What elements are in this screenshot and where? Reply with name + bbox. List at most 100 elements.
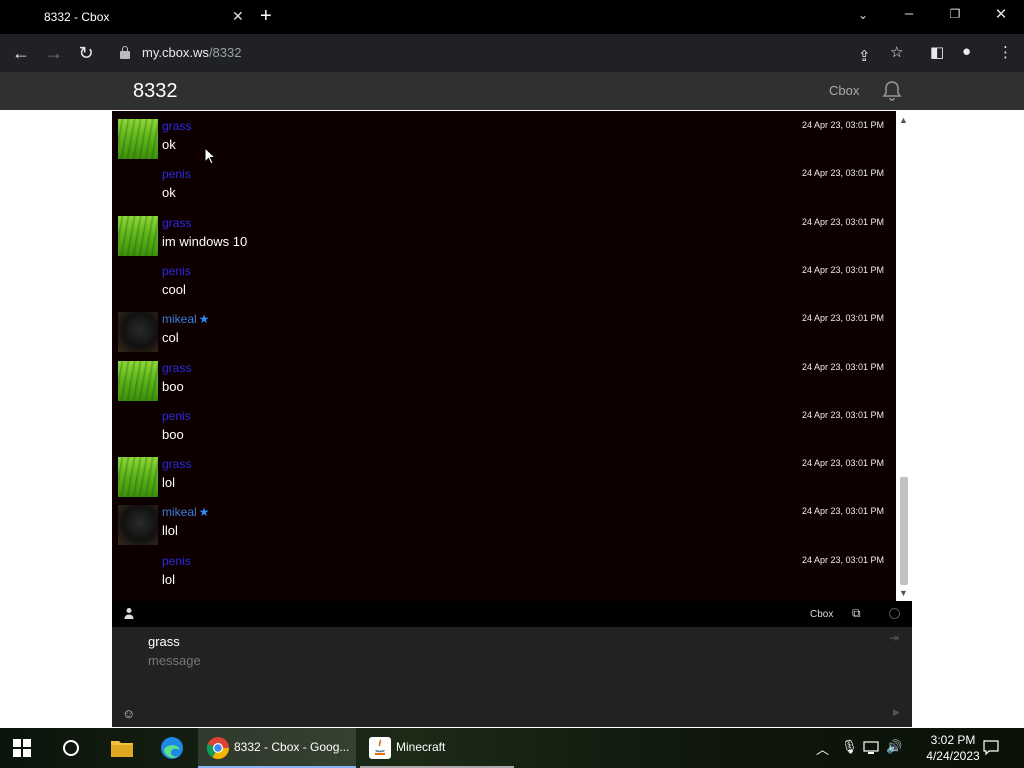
cbox-link[interactable]: Cbox — [829, 83, 859, 98]
message-text: boo — [162, 378, 184, 394]
message-timestamp: 24 Apr 23, 03:01 PM — [801, 168, 884, 179]
page-header: 8332 Cbox — [0, 72, 1024, 110]
message-timestamp: 24 Apr 23, 03:01 PM — [801, 361, 884, 372]
notification-bell-icon[interactable] — [880, 79, 904, 103]
avatar[interactable] — [118, 119, 158, 159]
message-username[interactable]: mikeal ★ — [162, 505, 209, 519]
clock-time: 3:02 PM — [930, 733, 976, 747]
taskbar-minecraft-app[interactable]: Minecraft — [360, 728, 514, 768]
system-clock[interactable]: 3:02 PM 4/24/2023 — [920, 732, 986, 764]
bookmark-star-icon[interactable]: ☆ — [890, 43, 903, 61]
message-text: lol — [162, 571, 176, 587]
search-icon[interactable] — [62, 739, 80, 757]
avatar[interactable] — [118, 457, 158, 498]
browser-tab[interactable]: 8332 - Cbox ✕ — [8, 0, 248, 34]
avatar — [118, 409, 158, 449]
restore-icon[interactable]: ❐ — [940, 7, 970, 21]
popout-icon[interactable]: ⧉ — [852, 606, 861, 621]
show-hidden-icons-icon[interactable]: ︿ — [816, 739, 829, 758]
microphone-icon[interactable]: 🎙 — [841, 739, 858, 755]
back-icon[interactable]: ← — [10, 42, 32, 64]
login-icon[interactable]: ⇥ — [889, 631, 899, 645]
volume-icon[interactable]: 🔊 — [886, 739, 902, 755]
chat-footer: Cbox ⧉ — [112, 601, 912, 627]
message-input[interactable] — [148, 653, 848, 703]
avatar[interactable] — [118, 505, 158, 546]
message-timestamp: 24 Apr 23, 03:01 PM — [801, 458, 884, 469]
message-row: penis cool 24 Apr 23, 03:01 PM — [112, 258, 896, 306]
scroll-down-icon[interactable]: ▼ — [899, 588, 908, 598]
message-timestamp: 24 Apr 23, 03:01 PM — [801, 120, 884, 130]
chat-scrollbar[interactable]: ▲ ▼ — [896, 111, 912, 601]
avatar[interactable] — [118, 360, 158, 401]
taskbar-chrome-app[interactable]: 8332 - Cbox - Goog... — [198, 728, 356, 768]
message-text: col — [162, 330, 179, 346]
chrome-icon — [206, 737, 229, 759]
avatar[interactable] — [118, 215, 158, 256]
address-bar[interactable]: my.cbox.ws/8332 ⇪ — [108, 38, 886, 68]
windows-start-icon[interactable] — [13, 739, 31, 757]
java-icon — [369, 737, 391, 759]
avatar[interactable] — [118, 312, 158, 353]
message-username[interactable]: mikeal ★ — [162, 312, 209, 326]
menu-icon[interactable]: ⋮ — [998, 43, 1013, 61]
message-timestamp: 24 Apr 23, 03:01 PM — [801, 554, 884, 565]
message-timestamp: 24 Apr 23, 03:01 PM — [801, 264, 884, 275]
message-row: grass lol 24 Apr 23, 03:01 PM — [112, 451, 896, 499]
close-tab-icon[interactable]: ✕ — [232, 8, 244, 25]
message-text: cool — [162, 281, 186, 297]
verified-star-icon: ★ — [198, 505, 210, 520]
message-username[interactable]: penis — [162, 264, 191, 278]
notifications-icon[interactable] — [983, 740, 999, 756]
message-row: grass im windows 10 24 Apr 23, 03:01 PM — [112, 210, 896, 258]
message-username[interactable]: penis — [162, 167, 191, 181]
message-text: im windows 10 — [162, 233, 248, 249]
edge-browser-icon[interactable] — [160, 736, 184, 760]
user-icon[interactable] — [123, 607, 135, 619]
message-username[interactable]: penis — [162, 554, 191, 568]
share-icon[interactable]: ⇪ — [858, 47, 871, 65]
message-username[interactable]: grass — [162, 216, 191, 230]
message-username[interactable]: grass — [162, 119, 191, 133]
network-icon[interactable] — [863, 741, 879, 755]
name-input[interactable] — [148, 631, 848, 651]
close-window-icon[interactable]: ✕ — [986, 5, 1016, 23]
forward-icon[interactable]: → — [43, 42, 65, 64]
message-row: grass ok 24 Apr 23, 03:01 PM — [112, 113, 896, 161]
scroll-up-icon[interactable]: ▲ — [899, 115, 908, 125]
message-row: penis ok 24 Apr 23, 03:01 PM — [112, 161, 896, 209]
message-username[interactable]: penis — [162, 409, 191, 423]
page-title: 8332 — [133, 80, 178, 102]
clock-date: 4/24/2023 — [926, 749, 980, 763]
reload-icon[interactable]: ↻ — [75, 42, 97, 64]
message-list[interactable]: grass ok 24 Apr 23, 03:01 PM penis ok 24 Apr … — [112, 111, 912, 601]
scrollbar-thumb[interactable] — [900, 477, 908, 585]
file-explorer-icon[interactable] — [110, 738, 134, 758]
message-row: penis lol 24 Apr 23, 03:01 PM — [112, 548, 896, 596]
send-icon[interactable]: ▶ — [893, 707, 900, 718]
minecraft-app-label: Minecraft — [396, 740, 446, 754]
tab-search-icon[interactable]: ⌄ — [848, 8, 878, 22]
message-text: ok — [162, 185, 176, 201]
message-row: penis boo 24 Apr 23, 03:01 PM — [112, 403, 896, 451]
new-tab-icon[interactable]: + — [260, 5, 272, 28]
emoji-icon[interactable]: ☺ — [122, 706, 135, 721]
message-username[interactable]: grass — [162, 361, 191, 375]
message-text: boo — [162, 426, 184, 442]
profile-icon[interactable]: ● — [962, 43, 971, 60]
side-panel-icon[interactable]: ◧ — [930, 43, 944, 61]
avatar — [118, 167, 158, 207]
lock-icon — [120, 46, 130, 59]
tab-title: 8332 - Cbox — [44, 10, 110, 24]
status-indicator-icon — [889, 608, 900, 619]
footer-cbox-link[interactable]: Cbox — [810, 609, 833, 620]
message-text: ok — [162, 137, 176, 152]
message-username[interactable]: grass — [162, 457, 191, 471]
url-text[interactable]: my.cbox.ws/8332 — [142, 45, 241, 60]
message-text: llol — [162, 523, 178, 539]
browser-tab-strip: 8332 - Cbox ✕ + ⌄ – ❐ ✕ — [0, 0, 1024, 34]
avatar — [118, 264, 158, 304]
minimize-icon[interactable]: – — [894, 5, 924, 22]
taskbar: 8332 - Cbox - Goog... Minecraft ︿ 🎙 🔊 3:… — [0, 728, 1024, 768]
message-row: grass boo 24 Apr 23, 03:01 PM — [112, 355, 896, 403]
